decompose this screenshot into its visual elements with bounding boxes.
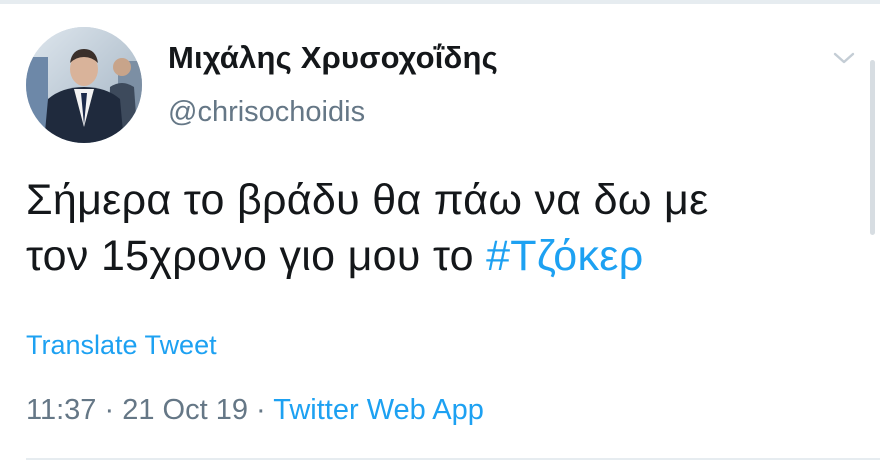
tweet-time[interactable]: 11:37 [26,394,96,426]
author-display-name[interactable]: Μιχάλης Χρυσοχοΐδης [168,40,498,76]
tweet-meta: 11:37 · 21 Oct 19 · Twitter Web App [26,394,484,427]
tweet-text: Σήμερα το βράδυ θα πάω να δω με τον 15χρ… [26,172,856,284]
tweet-text-line-2: τον 15χρονο γιο μου το #Τζόκερ [26,228,856,284]
hashtag-link[interactable]: #Τζόκερ [486,232,643,280]
chevron-down-icon[interactable] [832,48,856,68]
author-handle[interactable]: @chrisochoidis [168,96,365,129]
meta-separator: · [104,394,115,426]
meta-separator: · [256,394,266,426]
bottom-divider [26,458,880,460]
translate-tweet-link[interactable]: Translate Tweet [26,330,217,361]
tweet-text-line-2-prefix: τον 15χρονο γιο μου το [26,232,487,280]
avatar-photo [26,27,142,143]
tweet-date[interactable]: 21 Oct 19 [122,394,248,426]
scrollbar[interactable] [870,60,875,235]
avatar[interactable] [26,27,142,143]
tweet-text-line-1: Σήμερα το βράδυ θα πάω να δω με [26,176,709,224]
tweet-source-link[interactable]: Twitter Web App [273,394,484,426]
top-divider [0,0,880,4]
